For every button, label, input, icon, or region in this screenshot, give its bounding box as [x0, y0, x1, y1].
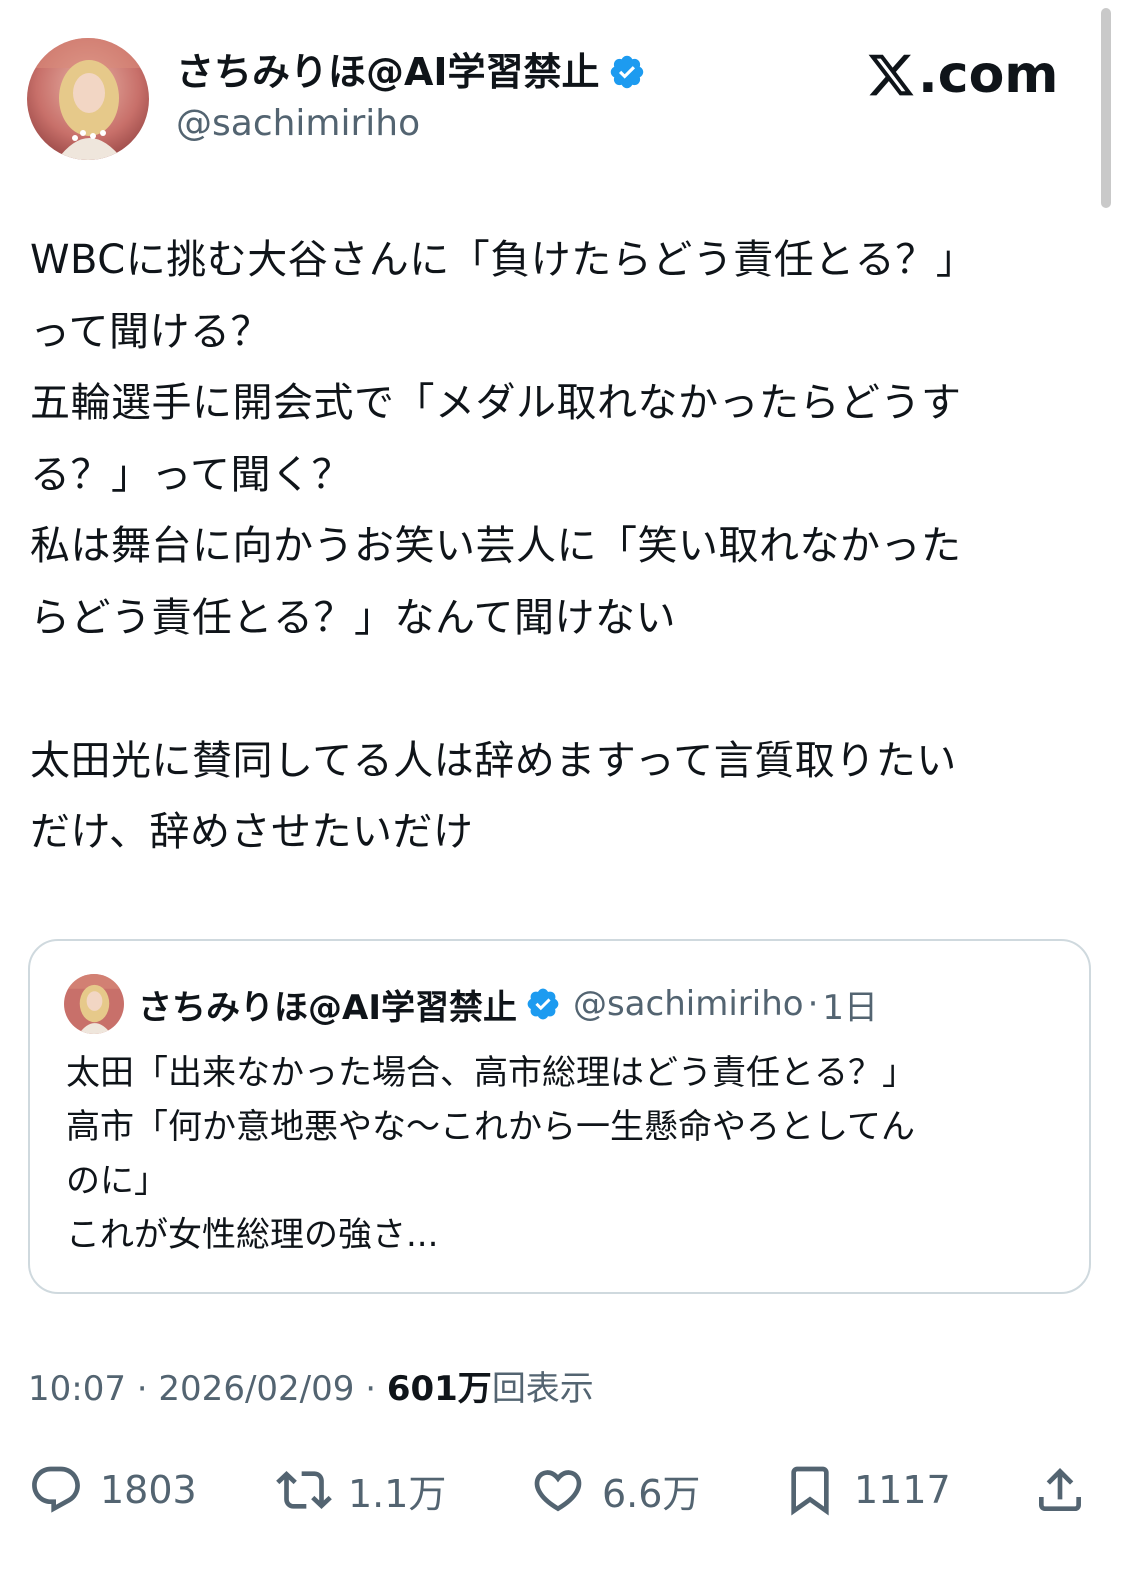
share-icon [1032, 1462, 1088, 1518]
quoted-line: 太田「出来なかった場合、高市総理はどう責任とる？」 [66, 1053, 916, 1093]
quoted-avatar [64, 974, 124, 1034]
like-button[interactable]: 6.6万 [530, 1460, 700, 1520]
tweet-line: らどう責任とる？」なんて聞けない [30, 594, 676, 641]
quoted-separator: · [807, 984, 819, 1024]
reply-count: 1803 [100, 1468, 197, 1512]
views-count: 601万 [386, 1369, 492, 1409]
x-logo-icon [866, 50, 916, 100]
retweet-count: 1.1万 [348, 1471, 447, 1516]
tweet-line: 太田光に賛同してる人は辞めますって言質取りたい [30, 737, 957, 784]
tweet-line: 五輪選手に開会式で「メダル取れなかったらどうす [30, 380, 962, 426]
quoted-line: 高市「何か意地悪やな〜これから一生懸命やろとしてん [66, 1107, 915, 1147]
quoted-display-name: さちみりほ@AI学習禁止 [138, 987, 517, 1028]
reply-icon [28, 1462, 84, 1518]
tweet-text: WBCに挑む大谷さんに「負けたらどう責任とる？」 って聞ける？ 五輪選手に開会式… [30, 225, 1075, 869]
like-count: 6.6万 [602, 1471, 701, 1516]
tweet-date[interactable]: 2026/02/09 [158, 1369, 354, 1409]
tweet-line: WBCに挑む大谷さんに「負けたらどう責任とる？」 [30, 237, 977, 283]
tweet-meta: 10:07 · 2026/02/09 · 601万回表示 [28, 1366, 594, 1412]
author-handle[interactable]: @sachimiriho [176, 101, 420, 147]
quoted-tweet-header: さちみりほ@AI学習禁止 @sachimiriho · 1日 [64, 974, 878, 1034]
views-label: 回表示 [491, 1369, 594, 1409]
tweet-line: だけ、辞めさせたいだけ [30, 809, 474, 855]
quoted-tweet-card[interactable]: さちみりほ@AI学習禁止 @sachimiriho · 1日 太田「出来なかった… [28, 939, 1091, 1294]
verified-badge-icon [525, 986, 561, 1022]
action-bar: 1803 1.1万 6.6万 1117 [0, 1460, 1125, 1520]
tweet-time[interactable]: 10:07 [28, 1369, 126, 1409]
retweet-icon [276, 1462, 332, 1518]
quoted-time: 1日 [822, 987, 879, 1028]
reply-button[interactable]: 1803 [28, 1460, 197, 1520]
verified-badge-icon [608, 53, 646, 91]
meta-separator: · [125, 1369, 159, 1409]
avatar[interactable] [27, 38, 149, 160]
meta-separator: · [354, 1369, 387, 1409]
quoted-line: のに」 [66, 1161, 168, 1201]
author-name-row[interactable]: さちみりほ@AI学習禁止 [176, 48, 646, 96]
quoted-tweet-text: 太田「出来なかった場合、高市総理はどう責任とる？」 高市「何か意地悪やな〜これか… [66, 1046, 1076, 1262]
bookmark-button[interactable]: 1117 [782, 1460, 951, 1520]
brand-logo: .com [866, 45, 1059, 105]
author-display-name[interactable]: さちみりほ@AI学習禁止 [176, 48, 600, 96]
bookmark-icon [782, 1462, 838, 1518]
tweet-line: 私は舞台に向かうお笑い芸人に「笑い取れなかった [30, 523, 962, 569]
retweet-button[interactable]: 1.1万 [276, 1460, 446, 1520]
tweet-line: る？」って聞く？ [30, 451, 352, 498]
bookmark-count: 1117 [854, 1468, 951, 1512]
brand-text: .com [918, 45, 1059, 105]
share-button[interactable] [1032, 1460, 1088, 1520]
scrollbar[interactable] [1101, 8, 1111, 208]
quoted-line: これが女性総理の強さ... [66, 1215, 439, 1255]
heart-icon [530, 1462, 586, 1518]
quoted-handle: @sachimiriho [572, 984, 804, 1024]
tweet-line: って聞ける？ [30, 308, 271, 355]
